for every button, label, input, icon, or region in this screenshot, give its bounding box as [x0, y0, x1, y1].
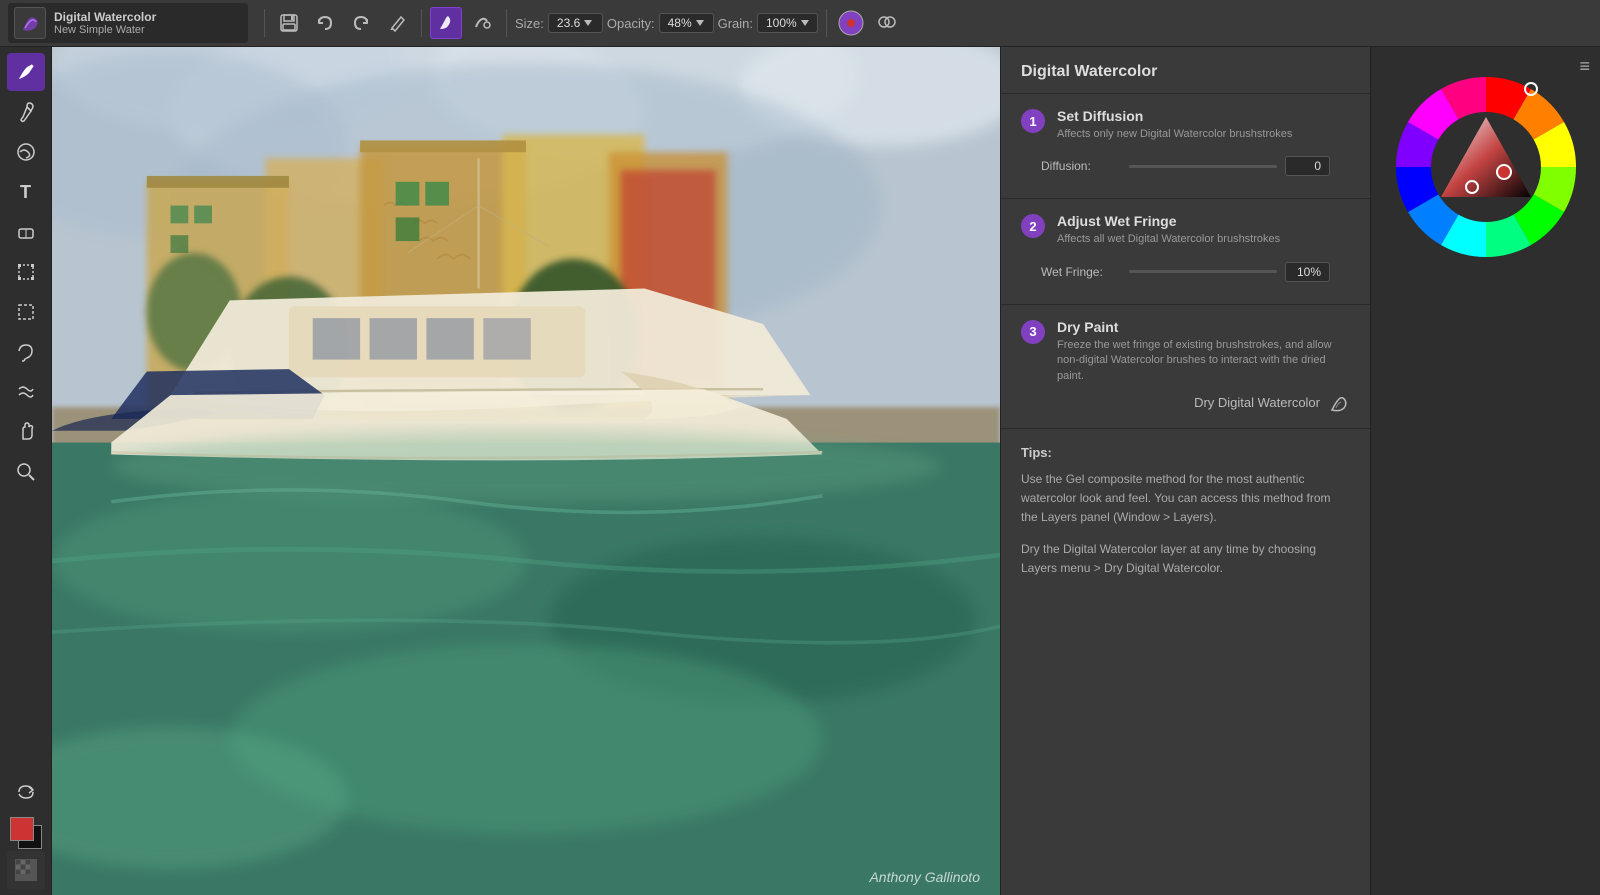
wet-fringe-slider[interactable]	[1129, 270, 1277, 273]
step1-title: Set Diffusion	[1057, 108, 1350, 124]
size-param: Size: 23.6	[515, 13, 603, 33]
step1-section: 1 Set Diffusion Affects only new Digital…	[1001, 94, 1370, 199]
app-name: Digital Watercolor	[54, 10, 156, 24]
step1-number: 1	[1021, 109, 1045, 133]
step3-header: 3 Dry Paint Freeze the wet fringe of exi…	[1021, 319, 1350, 384]
step2-title: Adjust Wet Fringe	[1057, 213, 1350, 229]
step2-desc: Affects all wet Digital Watercolor brush…	[1057, 232, 1350, 247]
texture-button[interactable]	[7, 851, 45, 889]
mixer-button[interactable]	[871, 7, 903, 39]
step3-title: Dry Paint	[1057, 319, 1350, 335]
tips-title: Tips:	[1021, 445, 1350, 460]
tool-eraser[interactable]	[7, 213, 45, 251]
brush-name: New Simple Water	[54, 24, 156, 36]
tool-lasso[interactable]	[7, 333, 45, 371]
step1-desc: Affects only new Digital Watercolor brus…	[1057, 127, 1350, 142]
wet-fringe-value[interactable]: 10%	[1285, 262, 1330, 282]
tool-text[interactable]: T	[7, 173, 45, 211]
brush-active-icon[interactable]	[430, 7, 462, 39]
canvas-area[interactable]: Anthony Gallinoto	[52, 47, 1000, 895]
grain-label: Grain:	[718, 16, 753, 31]
tool-zoom[interactable]	[7, 453, 45, 491]
tool-dropper[interactable]	[7, 93, 45, 131]
panel-title: Digital Watercolor	[1001, 47, 1370, 94]
left-sidebar: T	[0, 47, 52, 895]
tool-blend[interactable]	[7, 133, 45, 171]
step3-desc: Freeze the wet fringe of existing brushs…	[1057, 338, 1350, 384]
diffusion-value[interactable]: 0	[1285, 156, 1330, 176]
diffusion-control: Diffusion: 0	[1021, 148, 1350, 184]
tool-warp[interactable]	[7, 373, 45, 411]
step2-header: 2 Adjust Wet Fringe Affects all wet Digi…	[1021, 213, 1350, 247]
painter-credit: Anthony Gallinoto	[869, 869, 980, 885]
step3-number: 3	[1021, 320, 1045, 344]
color-wheel-panel: ≡	[1370, 47, 1600, 895]
step2-number: 2	[1021, 214, 1045, 238]
tool-transform[interactable]	[7, 253, 45, 291]
grain-value[interactable]: 100%	[757, 13, 818, 33]
toolbar: Digital Watercolor New Simple Water	[0, 0, 1600, 47]
brand-area: Digital Watercolor New Simple Water	[8, 3, 248, 43]
tool-select-rect[interactable]	[7, 293, 45, 331]
step1-info: Set Diffusion Affects only new Digital W…	[1057, 108, 1350, 142]
step3-info: Dry Paint Freeze the wet fringe of exist…	[1057, 319, 1350, 384]
foreground-color[interactable]	[10, 817, 34, 841]
step3-section: 3 Dry Paint Freeze the wet fringe of exi…	[1001, 305, 1370, 429]
sep3	[506, 9, 507, 37]
color-swatches[interactable]	[10, 817, 42, 849]
diffusion-label: Diffusion:	[1041, 159, 1121, 173]
sep4	[826, 9, 827, 37]
brush-library-button[interactable]	[466, 7, 498, 39]
dry-paint-label: Dry Digital Watercolor	[1194, 395, 1320, 410]
redo-button[interactable]	[345, 7, 377, 39]
brand-text: Digital Watercolor New Simple Water	[54, 10, 156, 36]
step2-info: Adjust Wet Fringe Affects all wet Digita…	[1057, 213, 1350, 247]
tip1: Use the Gel composite method for the mos…	[1021, 470, 1350, 528]
tool-brush[interactable]	[7, 53, 45, 91]
wet-fringe-label: Wet Fringe:	[1041, 265, 1121, 279]
app-icon	[14, 7, 46, 39]
color-picker-button[interactable]	[835, 7, 867, 39]
tips-text: Use the Gel composite method for the mos…	[1021, 470, 1350, 578]
undo-button[interactable]	[309, 7, 341, 39]
opacity-label: Opacity:	[607, 16, 655, 31]
dry-paint-button[interactable]: Dry Digital Watercolor	[1021, 392, 1350, 414]
tool-rotate[interactable]	[7, 773, 45, 811]
opacity-value[interactable]: 48%	[659, 13, 714, 33]
sep1	[264, 9, 265, 37]
size-value[interactable]: 23.6	[548, 13, 603, 33]
sep2	[421, 9, 422, 37]
save-button[interactable]	[273, 7, 305, 39]
stylus-button[interactable]	[381, 7, 413, 39]
step1-header: 1 Set Diffusion Affects only new Digital…	[1021, 108, 1350, 142]
tips-section: Tips: Use the Gel composite method for t…	[1001, 429, 1370, 895]
right-panel: Digital Watercolor 1 Set Diffusion Affec…	[1000, 47, 1370, 895]
opacity-param: Opacity: 48%	[607, 13, 714, 33]
grain-param: Grain: 100%	[718, 13, 818, 33]
wet-fringe-control: Wet Fringe: 10%	[1021, 254, 1350, 290]
tip2: Dry the Digital Watercolor layer at any …	[1021, 540, 1350, 578]
size-label: Size:	[515, 16, 544, 31]
diffusion-slider[interactable]	[1129, 165, 1277, 168]
color-wheel[interactable]	[1386, 67, 1586, 267]
main-content: T	[0, 47, 1600, 895]
step2-section: 2 Adjust Wet Fringe Affects all wet Digi…	[1001, 199, 1370, 304]
tool-hand[interactable]	[7, 413, 45, 451]
